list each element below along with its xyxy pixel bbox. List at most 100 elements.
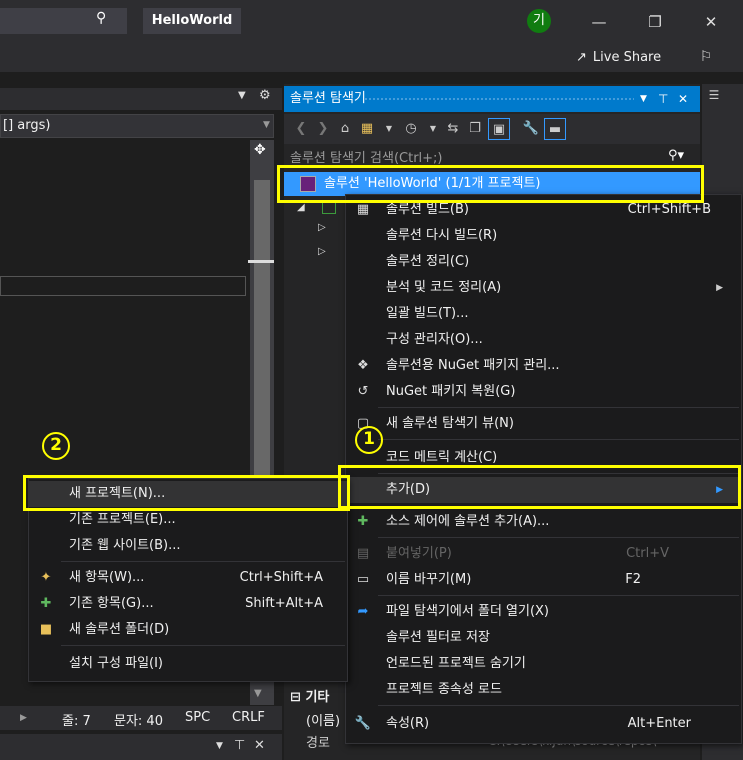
menu-item-label: 솔루션용 NuGet 패키지 관리... [386,358,560,373]
switch-views-icon[interactable]: ▦ [356,118,378,140]
menu-item-paste[interactable]: ▤ 붙여넣기(P) Ctrl+V [346,541,741,567]
collapsed-arrow-icon[interactable]: ▷ [318,246,326,257]
menu-item-save-filter[interactable]: 솔루션 필터로 저장 [346,625,741,651]
menu-separator [378,407,739,408]
menu-item-new-se-view[interactable]: ▢ 새 솔루션 탐색기 뷰(N) [346,411,741,437]
new-project-highlight-box [23,475,350,511]
chevron-down-icon[interactable]: ▼ [422,118,444,140]
expand-arrow-icon[interactable]: ◢ [297,202,305,213]
menu-item-label: 소스 제어에 솔루션 추가(A)... [386,514,550,529]
search-placeholder: 솔루션 탐색기 검색(Ctrl+;) [290,151,443,166]
show-all-files-icon[interactable]: ▣ [488,118,510,140]
minimize-button[interactable]: — [585,8,613,36]
sync-icon[interactable]: ⇆ [442,118,464,140]
nuget-icon: ❖ [357,358,369,373]
menu-item-existing-item[interactable]: ✚ 기존 항목(G)... Shift+Alt+A [29,591,347,617]
pin-icon[interactable]: ⊤ [234,738,245,753]
gear-icon[interactable]: ⚙ [259,88,271,103]
close-button[interactable]: ✕ [697,8,725,36]
search-icon[interactable]: ⚲ [96,10,116,30]
combo-arrow-icon[interactable]: ▼ [263,120,270,130]
menu-item-batch-build[interactable]: 일괄 빌드(T)... [346,301,741,327]
menu-item-label: 언로드된 프로젝트 숨기기 [386,656,526,671]
chevron-down-icon[interactable]: ▼ [378,118,400,140]
status-char: 문자: 40 [114,714,163,729]
menu-item-label: 프로젝트 종속성 로드 [386,682,502,697]
menu-item-label: 새 솔루션 탐색기 뷰(N) [386,416,514,431]
menu-item-label: 붙여넣기(P) [386,546,452,561]
properties-tab-icon[interactable]: ☰ [707,88,721,102]
chevron-down-icon[interactable]: ▼ [640,86,647,112]
member-nav-combo[interactable]: [] args) [0,114,274,138]
menu-item-label: 일괄 빌드(T)... [386,306,469,321]
status-spc[interactable]: SPC [185,710,210,725]
step2-marker: 2 [42,432,70,460]
menu-item-label: 구성 관리자(O)... [386,332,483,347]
menu-item-shortcut: Alt+Enter [627,716,691,731]
folder-icon: ■ [39,622,53,637]
menu-item-properties[interactable]: 🔧 속성(R) Alt+Enter [346,711,741,737]
paste-icon: ▤ [356,546,370,561]
props-name-label: (이름) [306,714,341,729]
collapse-box-icon[interactable]: ⊟ [290,690,301,705]
menu-item-config-manager[interactable]: 구성 관리자(O)... [346,327,741,353]
new-item-icon: ✦ [40,570,52,585]
search-icon[interactable]: ⚲▾ [668,148,684,163]
collapsed-arrow-icon[interactable]: ▷ [318,222,326,233]
home-icon[interactable]: ⌂ [334,118,356,140]
menu-item-open-in-explorer[interactable]: ➦ 파일 탐색기에서 폴더 열기(X) [346,599,741,625]
menu-item-analyze-cleanup[interactable]: 분석 및 코드 정리(A) ▶ [346,275,741,301]
collapse-all-icon[interactable]: ❐ [464,118,486,140]
scroll-down-icon[interactable]: ▼ [254,688,262,699]
back-icon[interactable]: ❮ [290,118,312,140]
menu-item-manage-nuget[interactable]: ❖ 솔루션용 NuGet 패키지 관리... [346,353,741,379]
status-line: 줄: 7 [62,714,91,729]
editor-line-highlight [0,276,246,296]
drag-grip[interactable] [364,97,634,101]
live-share-button[interactable]: ↗ Live Share [576,48,661,68]
menu-item-label: 솔루션 필터로 저장 [386,630,490,645]
menu-item-shortcut: Ctrl+V [626,546,669,561]
menu-separator [61,561,345,562]
pin-icon[interactable]: ⊤ [658,86,668,112]
menu-item-new-item[interactable]: ✦ 새 항목(W)... Ctrl+Shift+A [29,565,347,591]
solution-explorer-toolbar: ❮ ❯ ⌂ ▦ ▼ ◷ ▼ ⇆ ❐ ▣ 🔧 ▬ [284,114,700,144]
chevron-down-icon[interactable]: ▼ [216,741,223,751]
menu-item-hide-unloaded[interactable]: 언로드된 프로젝트 숨기기 [346,651,741,677]
menu-item-new-solution-folder[interactable]: ■ 새 솔루션 폴더(D) [29,617,347,643]
rename-icon: ▭ [356,572,370,587]
menu-separator [378,439,739,440]
menu-item-restore-nuget[interactable]: ↺ NuGet 패키지 복원(G) [346,379,741,405]
menu-item-existing-website[interactable]: 기존 웹 사이트(B)... [29,533,347,559]
menu-item-load-dependencies[interactable]: 프로젝트 종속성 로드 [346,677,741,703]
status-crlf[interactable]: CRLF [232,710,265,725]
forward-icon[interactable]: ❯ [312,118,334,140]
menu-item-rebuild-solution[interactable]: 솔루션 다시 빌드(R) [346,223,741,249]
split-icon[interactable]: ✥ [254,142,266,158]
close-icon[interactable]: ✕ [254,738,265,753]
avatar[interactable]: 기 [527,9,551,33]
menu-item-label: 파일 탐색기에서 폴더 열기(X) [386,604,550,619]
wrench-icon[interactable]: 🔧 [520,118,542,140]
nuget-restore-icon: ↺ [357,384,369,399]
menu-item-add-to-source-control[interactable]: ✚ 소스 제어에 솔루션 추가(A)... [346,509,741,535]
window-title: HelloWorld [143,8,241,34]
menu-item-rename[interactable]: ▭ 이름 바꾸기(M) F2 [346,567,741,593]
preview-icon[interactable]: ▬ [544,118,566,140]
pending-changes-icon[interactable]: ◷ [400,118,422,140]
menu-separator [378,595,739,596]
open-folder-icon: ➦ [357,604,369,619]
bottom-tool-strip: ▼ ⊤ ✕ [0,734,282,760]
restore-button[interactable]: ❐ [641,8,669,36]
scroll-left-icon[interactable]: ▶ [20,713,27,723]
menu-item-label: 기존 항목(G)... [69,596,154,611]
source-control-icon: ✚ [357,514,369,529]
wrench-icon: 🔧 [354,716,372,731]
menu-item-label: 설치 구성 파일(I) [69,656,164,671]
close-icon[interactable]: ✕ [678,86,688,112]
chevron-down-icon[interactable]: ▼ [238,90,246,101]
feedback-icon[interactable]: ⚐ [695,46,717,68]
menu-item-setup-config[interactable]: 설치 구성 파일(I) [29,651,347,677]
solution-explorer-title: 솔루션 탐색기 [290,91,366,106]
menu-item-clean-solution[interactable]: 솔루션 정리(C) [346,249,741,275]
